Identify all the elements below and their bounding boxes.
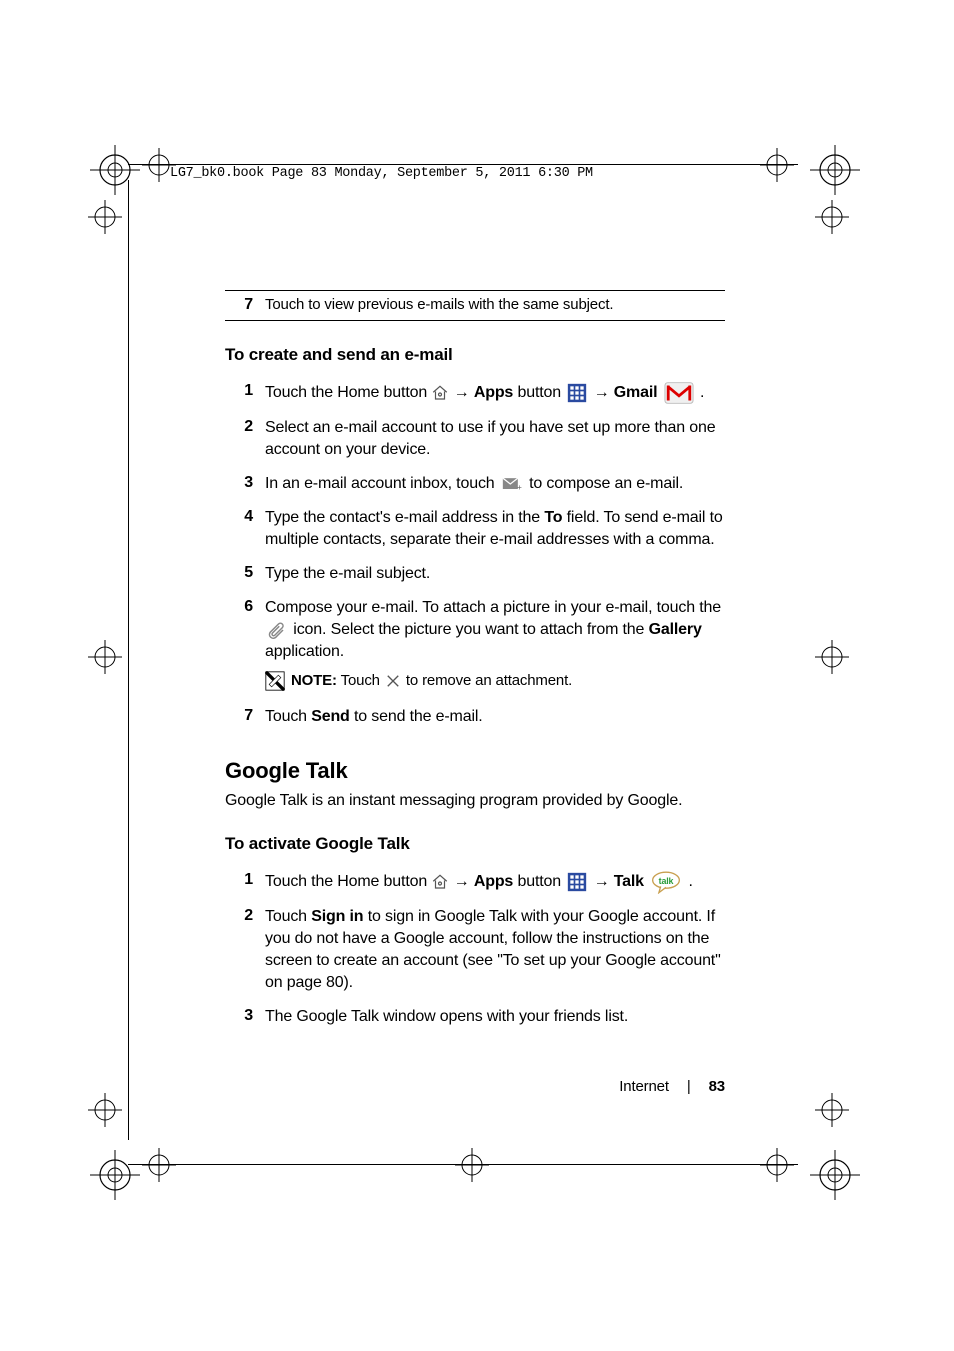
registration-mark-icon bbox=[810, 1150, 860, 1200]
step-number: 1 bbox=[225, 381, 253, 400]
svg-text:talk: talk bbox=[659, 876, 674, 886]
registration-mark-icon bbox=[810, 145, 860, 195]
step-text: Compose your e-mail. To attach a picture… bbox=[253, 597, 725, 694]
section-intro: Google Talk is an instant messaging prog… bbox=[225, 792, 725, 810]
apps-icon bbox=[567, 383, 587, 403]
compose-icon: + bbox=[502, 477, 522, 491]
step-text: Touch the Home button → Apps button → Gm… bbox=[253, 381, 704, 405]
svg-text:+: + bbox=[517, 481, 522, 490]
crosshair-icon bbox=[760, 1148, 794, 1182]
steps-list: 1 Touch the Home button → Apps button → … bbox=[225, 381, 725, 728]
trim-line bbox=[128, 180, 129, 1140]
step-text: In an e-mail account inbox, touch + to c… bbox=[253, 473, 683, 495]
section-heading: To activate Google Talk bbox=[225, 834, 725, 854]
step-number: 6 bbox=[225, 597, 253, 616]
crosshair-icon bbox=[815, 1093, 849, 1127]
step-number: 3 bbox=[225, 473, 253, 492]
registration-mark-icon bbox=[90, 1150, 140, 1200]
note-icon bbox=[265, 671, 285, 691]
step-text: Type the e-mail subject. bbox=[253, 563, 430, 585]
trim-line bbox=[128, 164, 798, 165]
step-number: 3 bbox=[225, 1006, 253, 1025]
gmail-icon bbox=[664, 381, 694, 405]
step-text: Touch to view previous e-mails with the … bbox=[253, 295, 613, 316]
talk-icon: talk bbox=[650, 870, 682, 894]
step-text: Touch the Home button → Apps button → Ta… bbox=[253, 870, 693, 894]
step-text: Select an e-mail account to use if you h… bbox=[253, 417, 725, 461]
step-number: 2 bbox=[225, 417, 253, 436]
crosshair-icon bbox=[88, 1093, 122, 1127]
crosshair-icon bbox=[815, 640, 849, 674]
crosshair-icon bbox=[88, 200, 122, 234]
chapter-name: Internet bbox=[619, 1078, 669, 1095]
step-text: Type the contact's e-mail address in the… bbox=[253, 507, 725, 551]
crosshair-icon bbox=[760, 148, 794, 182]
step-number: 7 bbox=[225, 706, 253, 725]
close-icon bbox=[386, 674, 400, 688]
trim-line bbox=[128, 1164, 798, 1165]
section-title: Google Talk bbox=[225, 758, 725, 784]
crosshair-icon bbox=[88, 640, 122, 674]
steps-list: 1 Touch the Home button → Apps button → … bbox=[225, 870, 725, 1028]
step-text: Touch Send to send the e-mail. bbox=[253, 706, 483, 728]
note-row: NOTE: Touch to remove an attachment. bbox=[265, 671, 725, 692]
step-number: 2 bbox=[225, 906, 253, 925]
paperclip-icon bbox=[268, 621, 286, 639]
registration-mark-icon bbox=[90, 145, 140, 195]
section-heading: To create and send an e-mail bbox=[225, 345, 725, 365]
apps-icon bbox=[567, 872, 587, 892]
step-number: 1 bbox=[225, 870, 253, 889]
step-text: The Google Talk window opens with your f… bbox=[253, 1006, 628, 1028]
page-number: 83 bbox=[709, 1078, 725, 1095]
crosshair-icon bbox=[815, 200, 849, 234]
home-icon bbox=[431, 384, 449, 402]
page-footer: Internet | 83 bbox=[225, 1078, 725, 1095]
step-number: 5 bbox=[225, 563, 253, 582]
step-text: Touch Sign in to sign in Google Talk wit… bbox=[253, 906, 725, 994]
home-icon bbox=[431, 873, 449, 891]
conversation-row: 7 Touch to view previous e-mails with th… bbox=[225, 290, 725, 321]
step-number: 7 bbox=[225, 295, 253, 314]
crosshair-icon bbox=[142, 1148, 176, 1182]
print-header: LG7_bk0.book Page 83 Monday, September 5… bbox=[170, 166, 593, 181]
step-number: 4 bbox=[225, 507, 253, 526]
crosshair-icon bbox=[455, 1148, 489, 1182]
